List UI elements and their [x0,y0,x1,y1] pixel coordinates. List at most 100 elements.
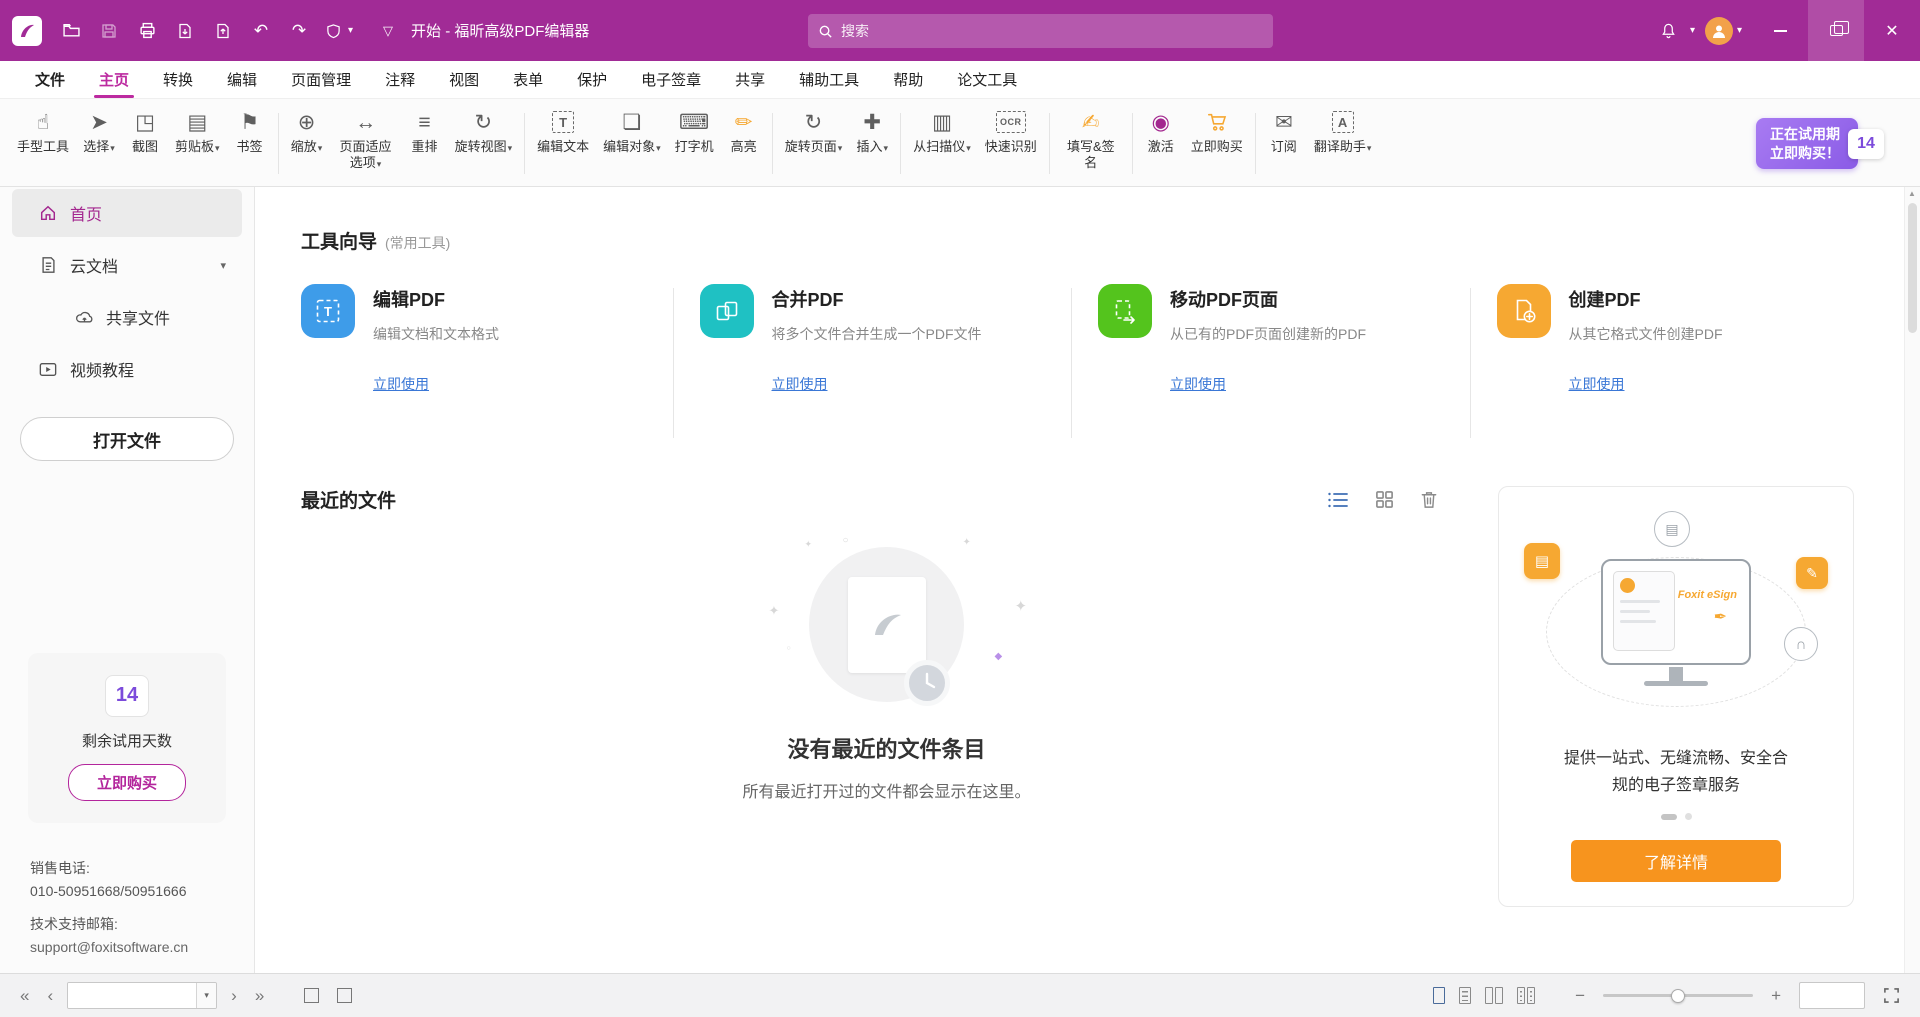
translate-assistant-button[interactable]: A翻译助手▾ [1307,103,1379,184]
clipboard-tool-button[interactable] [333,986,356,1005]
save-icon[interactable] [92,14,126,48]
create-pdf-icon[interactable] [206,14,240,48]
menu-share[interactable]: 共享 [718,61,782,98]
menu-esign[interactable]: 电子签章 [624,61,718,98]
vertical-scrollbar[interactable]: ▲ [1904,187,1920,973]
sidebar-item-shared-files[interactable]: 共享文件 [12,293,242,341]
export-pdf-icon[interactable] [168,14,202,48]
bookmark-button[interactable]: ⚑书签 [227,103,273,184]
clear-recent-trash-button[interactable] [1420,490,1438,509]
sidebar-item-video-tutorials[interactable]: 视频教程 [12,345,242,393]
notifications-bell-icon[interactable] [1652,14,1686,48]
edit-object-button[interactable]: ❏编辑对象▾ [596,103,668,184]
trial-banner[interactable]: 正在试用期 立即购买！ 14 [1756,118,1884,170]
menu-view[interactable]: 视图 [432,61,496,98]
two-page-continuous-view-button[interactable] [1517,987,1535,1004]
buy-now-button[interactable]: 立即购买 [1184,103,1250,184]
menu-convert[interactable]: 转换 [146,61,210,98]
menu-page-management[interactable]: 页面管理 [274,61,368,98]
scroll-up-icon[interactable]: ▲ [1908,189,1916,198]
edit-text-button[interactable]: T编辑文本 [530,103,596,184]
collapse-ribbon-icon[interactable]: ▽ [383,23,393,39]
rotate-pages-button[interactable]: ↻旋转页面▾ [778,103,850,184]
redo-icon[interactable]: ↷ [282,14,316,48]
hand-tool-button[interactable]: ☝手型工具 [10,103,76,184]
card-create-pdf[interactable]: 创建PDF 从其它格式文件创建PDF 立即使用 [1497,284,1861,394]
sidebar-item-cloud-docs[interactable]: 云文档 ▾ [12,241,242,289]
typewriter-button[interactable]: ⌨打字机 [668,103,721,184]
menu-help[interactable]: 帮助 [876,61,940,98]
next-page-button[interactable]: › [227,984,241,1008]
two-page-view-button[interactable] [1485,987,1503,1004]
zoom-slider-knob[interactable] [1671,989,1685,1003]
account-chevron-icon[interactable]: ▾ [1737,25,1742,36]
last-page-button[interactable]: » [251,984,268,1008]
fit-screen-button[interactable] [1879,985,1904,1006]
learn-more-button[interactable]: 了解详情 [1571,840,1781,882]
card-move-pdf-pages[interactable]: 移动PDF页面 从已有的PDF页面创建新的PDF 立即使用 [1098,284,1462,394]
continuous-view-button[interactable] [1459,987,1471,1004]
subscribe-button[interactable]: ✉订阅 [1261,103,1307,184]
scrollbar-thumb[interactable] [1908,203,1917,333]
undo-icon[interactable]: ↶ [244,14,278,48]
search-input[interactable] [841,23,1263,39]
menu-accessibility[interactable]: 辅助工具 [782,61,876,98]
insert-pages-button[interactable]: ✚插入▾ [849,103,895,184]
previous-page-button[interactable]: ‹ [43,984,57,1008]
use-now-link[interactable]: 立即使用 [373,374,429,394]
search-box[interactable] [808,14,1273,48]
from-scanner-button[interactable]: ▥从扫描仪▾ [906,103,978,184]
close-button[interactable]: ✕ [1864,0,1920,61]
page-dropdown-icon[interactable]: ▾ [196,983,216,1008]
protect-dropdown-button[interactable]: ▾ [320,14,369,48]
fill-sign-button[interactable]: ✍填写&签名 [1055,103,1127,184]
grid-view-button[interactable] [1375,490,1394,509]
page-number-input[interactable] [68,983,196,1008]
carousel-dot[interactable] [1685,813,1692,820]
carousel-dot-active[interactable] [1661,814,1677,820]
support-email[interactable]: support@foxitsoftware.cn [30,936,254,959]
menu-file[interactable]: 文件 [18,61,82,98]
highlight-button[interactable]: ✏高亮 [721,103,767,184]
zoom-out-button[interactable]: − [1571,984,1589,1008]
activate-button[interactable]: ◉激活 [1138,103,1184,184]
reflow-button[interactable]: ≡重排 [402,103,448,184]
user-avatar[interactable] [1705,17,1733,45]
open-file-button[interactable]: 打开文件 [20,417,234,461]
menu-home[interactable]: 主页 [82,61,146,98]
zoom-percentage-input[interactable] [1799,982,1865,1009]
card-merge-pdf[interactable]: 合并PDF 将多个文件合并生成一个PDF文件 立即使用 [700,284,1064,394]
buy-now-sidebar-button[interactable]: 立即购买 [68,764,186,801]
minimize-button[interactable] [1752,0,1808,61]
zoom-slider[interactable] [1603,994,1753,997]
zoom-in-button[interactable]: + [1767,984,1785,1008]
print-icon[interactable] [130,14,164,48]
snapshot-button[interactable]: ◳截图 [122,103,168,184]
menu-comment[interactable]: 注释 [368,61,432,98]
bell-chevron-icon[interactable]: ▾ [1690,25,1695,36]
carousel-dots[interactable] [1661,813,1692,820]
clipboard-button[interactable]: ▤剪贴板▾ [168,103,227,184]
single-page-view-button[interactable] [1433,987,1445,1004]
menu-paper-tools[interactable]: 论文工具 [940,61,1034,98]
use-now-link[interactable]: 立即使用 [1569,374,1625,394]
rotate-view-button[interactable]: ↻旋转视图▾ [448,103,520,184]
menu-form[interactable]: 表单 [496,61,560,98]
list-view-button[interactable] [1327,491,1349,509]
fit-page-options-button[interactable]: ↔页面适应选项▾ [330,103,402,184]
first-page-button[interactable]: « [16,984,33,1008]
use-now-link[interactable]: 立即使用 [772,374,828,394]
snapshot-tool-button[interactable] [300,986,323,1005]
trial-badge[interactable]: 正在试用期 立即购买！ [1756,118,1858,170]
select-tool-button[interactable]: ➤选择▾ [76,103,122,184]
chevron-down-icon[interactable]: ▾ [220,259,226,272]
use-now-link[interactable]: 立即使用 [1170,374,1226,394]
card-edit-pdf[interactable]: T 编辑PDF 编辑文档和文本格式 立即使用 [301,284,665,394]
open-file-icon[interactable] [54,14,88,48]
menu-protect[interactable]: 保护 [560,61,624,98]
quick-ocr-button[interactable]: OCR快速识别 [978,103,1044,184]
sidebar-item-home[interactable]: 首页 [12,189,242,237]
restore-window-button[interactable] [1808,0,1864,61]
zoom-button[interactable]: ⊕缩放▾ [284,103,330,184]
menu-edit[interactable]: 编辑 [210,61,274,98]
